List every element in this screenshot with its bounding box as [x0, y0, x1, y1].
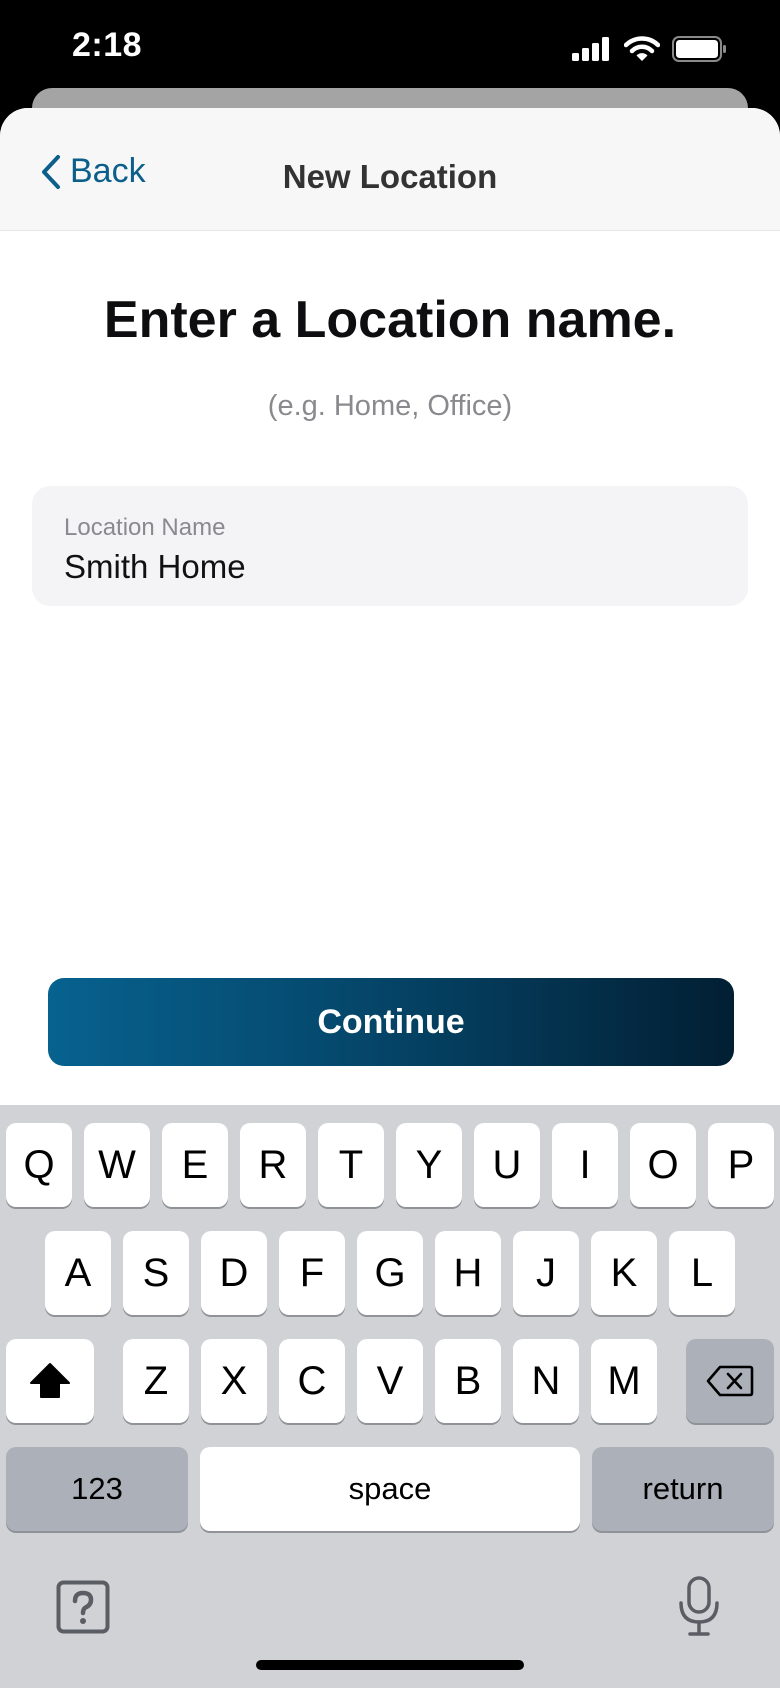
key-q[interactable]: Q	[6, 1123, 72, 1207]
key-n[interactable]: N	[513, 1339, 579, 1423]
status-time: 2:18	[72, 26, 143, 64]
key-w[interactable]: W	[84, 1123, 150, 1207]
numbers-key[interactable]: 123	[6, 1447, 188, 1531]
shift-key[interactable]	[6, 1339, 94, 1423]
page-heading: Enter a Location name.	[103, 291, 677, 349]
status-bar: 2:18	[0, 0, 780, 100]
delete-icon	[706, 1365, 754, 1397]
key-y[interactable]: Y	[396, 1123, 462, 1207]
key-d[interactable]: D	[201, 1231, 267, 1315]
key-j[interactable]: J	[513, 1231, 579, 1315]
key-l[interactable]: L	[669, 1231, 735, 1315]
key-o[interactable]: O	[630, 1123, 696, 1207]
signal-icon	[572, 37, 609, 61]
location-name-input[interactable]	[64, 548, 704, 586]
home-indicator	[256, 1660, 524, 1670]
keyboard: Q W E R T Y U I O P A S D F G H J K L Z …	[0, 1105, 780, 1688]
wifi-icon	[624, 36, 660, 61]
key-p[interactable]: P	[708, 1123, 774, 1207]
key-f[interactable]: F	[279, 1231, 345, 1315]
return-key[interactable]: return	[592, 1447, 774, 1531]
location-name-field[interactable]: Location Name	[32, 486, 748, 606]
key-a[interactable]: A	[45, 1231, 111, 1315]
key-u[interactable]: U	[474, 1123, 540, 1207]
key-m[interactable]: M	[591, 1339, 657, 1423]
key-z[interactable]: Z	[123, 1339, 189, 1423]
location-name-label: Location Name	[64, 514, 226, 541]
key-h[interactable]: H	[435, 1231, 501, 1315]
shift-icon	[30, 1363, 70, 1398]
navigation-bar: Back New Location	[0, 108, 780, 231]
help-icon[interactable]	[56, 1580, 110, 1634]
key-t[interactable]: T	[318, 1123, 384, 1207]
battery-icon	[672, 36, 726, 62]
key-v[interactable]: V	[357, 1339, 423, 1423]
key-e[interactable]: E	[162, 1123, 228, 1207]
key-s[interactable]: S	[123, 1231, 189, 1315]
nav-title: New Location	[282, 158, 498, 195]
key-b[interactable]: B	[435, 1339, 501, 1423]
key-c[interactable]: C	[279, 1339, 345, 1423]
key-i[interactable]: I	[552, 1123, 618, 1207]
continue-button[interactable]: Continue	[48, 978, 734, 1066]
key-k[interactable]: K	[591, 1231, 657, 1315]
hint-text: (e.g. Home, Office)	[267, 390, 513, 422]
key-r[interactable]: R	[240, 1123, 306, 1207]
microphone-icon[interactable]	[676, 1575, 722, 1639]
space-key[interactable]: space	[200, 1447, 580, 1531]
delete-key[interactable]	[686, 1339, 774, 1423]
status-icons	[572, 36, 728, 62]
key-x[interactable]: X	[201, 1339, 267, 1423]
key-g[interactable]: G	[357, 1231, 423, 1315]
